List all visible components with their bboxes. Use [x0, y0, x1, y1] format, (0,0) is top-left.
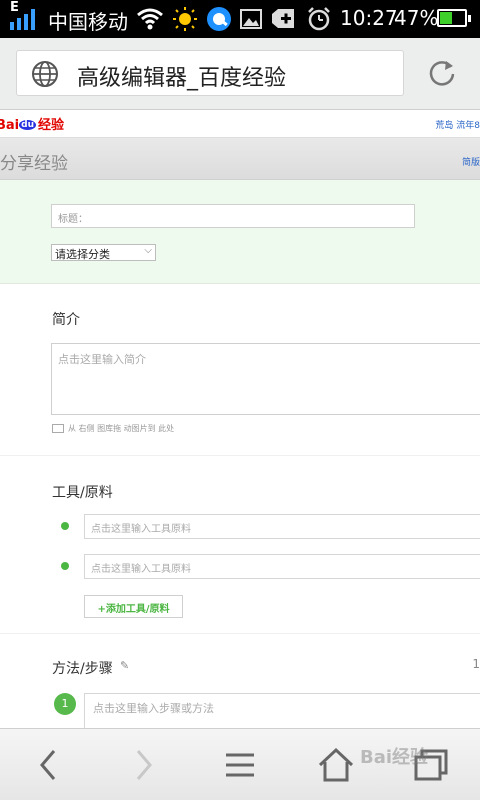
alarm-clock-icon	[308, 7, 330, 31]
bullet-dot	[61, 562, 69, 570]
divider	[0, 633, 480, 634]
bullet-dot	[61, 522, 69, 530]
menu-icon[interactable]	[220, 747, 260, 783]
address-bar[interactable]: 高级编辑器_百度经验	[16, 50, 404, 96]
status-time: 10:27	[340, 6, 398, 30]
steps-label: 方法/步骤	[52, 661, 113, 677]
share-title: 分享经验	[0, 154, 68, 174]
tools-label: 工具/原料	[52, 485, 113, 501]
back-arrow-icon[interactable]	[28, 747, 68, 783]
upload-hint: 从 右侧 图库拖 动图片到 此处	[52, 423, 174, 434]
battery-level	[440, 12, 452, 24]
baidu-jingyan-logo[interactable]: Bai du 经验	[0, 114, 64, 133]
pencil-icon[interactable]: ✎	[120, 659, 129, 672]
status-bar: E 中国移动 10:27 47%	[0, 0, 480, 38]
carrier-name: 中国移动	[48, 10, 128, 34]
image-icon	[52, 424, 64, 433]
add-tool-button[interactable]: +添加工具/原料	[84, 595, 183, 618]
reload-icon[interactable]	[426, 57, 458, 89]
tool-input[interactable]: 点击这里输入工具原料	[84, 514, 480, 539]
title-input[interactable]: 标题：	[51, 204, 415, 228]
browser-toolbar: 高级编辑器_百度经验	[0, 38, 480, 110]
page-title: 高级编辑器_百度经验	[77, 66, 287, 91]
logo-bai-text: Bai	[0, 118, 20, 133]
tool-input[interactable]: 点击这里输入工具原料	[84, 554, 480, 579]
step-number: 1	[54, 693, 76, 715]
weather-sun-icon	[173, 7, 197, 31]
wifi-icon	[137, 8, 163, 30]
battery-icon	[437, 9, 471, 27]
logo-du-text: du	[19, 120, 36, 130]
simple-version-link[interactable]: 简版	[462, 155, 480, 168]
share-header: 分享经验 简版	[0, 138, 480, 180]
browser-app-icon	[207, 7, 231, 31]
intro-label: 简介	[52, 312, 80, 328]
divider	[0, 455, 480, 456]
browser-bottom-nav: Bai经验	[0, 728, 480, 800]
web-content: Bai du 经验 荒岛 流年8 分享经验 简版 标题： 请选择分类 ⌵ 简介 点击…	[0, 110, 480, 728]
download-plus-icon	[272, 9, 294, 28]
site-top-bar: Bai du 经验 荒岛 流年8	[0, 110, 480, 138]
category-select-value: 请选择分类	[55, 248, 110, 261]
step-input[interactable]: 点击这里输入步骤或方法	[84, 693, 480, 728]
home-icon[interactable]	[316, 747, 356, 783]
forward-arrow-icon[interactable]	[124, 747, 164, 783]
intro-input[interactable]: 点击这里输入简介	[51, 343, 480, 415]
chevron-down-icon: ⌵	[144, 245, 152, 256]
title-area: 标题： 请选择分类 ⌵	[0, 180, 480, 284]
user-links[interactable]: 荒岛 流年8	[435, 118, 480, 131]
signal-icon	[10, 9, 35, 30]
category-select[interactable]: 请选择分类 ⌵	[51, 244, 156, 261]
upload-hint-text: 从 右侧 图库拖 动图片到 此处	[68, 424, 175, 433]
image-icon	[240, 9, 262, 29]
watermark: Bai经验	[360, 747, 429, 768]
logo-jingyan-text: 经验	[38, 118, 65, 133]
battery-percent: 47%	[394, 6, 439, 30]
globe-icon	[32, 61, 58, 87]
steps-right-mark: 1	[472, 657, 480, 671]
